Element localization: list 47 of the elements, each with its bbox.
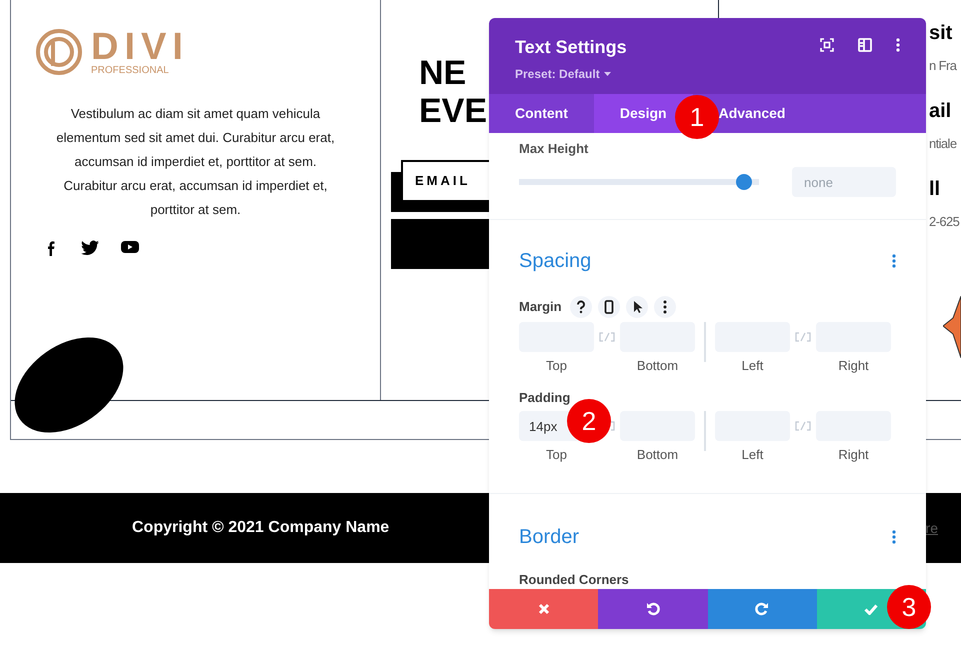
email-field[interactable]: EMAIL bbox=[401, 160, 491, 202]
newsletter-heading: EVE bbox=[419, 92, 488, 130]
slider-thumb[interactable] bbox=[736, 174, 752, 190]
undo-icon bbox=[646, 602, 660, 616]
tab[interactable]: Content bbox=[489, 94, 594, 133]
field-caption: Bottom bbox=[636, 357, 678, 375]
contact-heading: sit bbox=[929, 21, 954, 46]
max-height-field[interactable]: none bbox=[792, 167, 896, 197]
field-caption: Left bbox=[742, 446, 764, 464]
section-title: Border bbox=[519, 524, 580, 550]
preset-dropdown[interactable]: Preset: Default bbox=[515, 65, 627, 83]
contact-heading: ll bbox=[929, 177, 942, 202]
youtube-icon[interactable] bbox=[121, 240, 139, 254]
checkmark-icon bbox=[864, 604, 878, 614]
help-icon[interactable] bbox=[570, 296, 592, 318]
field-caption: Top bbox=[546, 357, 567, 375]
logo-tagline: PROFESSIONAL bbox=[91, 66, 170, 76]
contact-heading: ail bbox=[929, 99, 952, 124]
redo-icon bbox=[755, 602, 770, 616]
more-options-icon[interactable] bbox=[654, 296, 676, 318]
more-options-icon[interactable] bbox=[896, 38, 900, 52]
newsletter-heading: NE bbox=[419, 54, 466, 92]
copyright-text: Copyright © 2021 Company Name bbox=[132, 518, 390, 538]
sidebar-layout-icon[interactable] bbox=[858, 38, 872, 52]
caret-icon bbox=[604, 72, 611, 76]
field-caption: Top bbox=[546, 446, 567, 464]
contact-detail: 2-625 bbox=[929, 213, 960, 231]
field-label: Margin bbox=[519, 298, 562, 316]
modal-title: Text Settings bbox=[515, 36, 627, 59]
fullscreen-icon[interactable] bbox=[820, 38, 834, 52]
contact-detail: ntiale bbox=[929, 135, 958, 153]
field-caption: Right bbox=[838, 446, 869, 464]
phone-icon[interactable] bbox=[598, 296, 620, 318]
about-paragraph: Vestibulum ac diam sit amet quam vehicula elementum sed sit amet dui. Curabitur arcu erat, accumsan id imperdiet et, porttitor at sem. Curabitur arcu erat, accumsan id imperdiet et, porttitor at sem. bbox=[55, 105, 336, 219]
field-label: Max Height bbox=[519, 141, 588, 156]
field-caption: Right bbox=[838, 357, 869, 375]
twitter-icon[interactable] bbox=[81, 240, 99, 256]
field-caption: Bottom bbox=[636, 446, 678, 464]
section-title: Spacing bbox=[519, 249, 592, 274]
cursor-icon[interactable] bbox=[626, 296, 648, 318]
field-caption: Left bbox=[742, 357, 764, 375]
logo-wordmark: DIVI bbox=[91, 28, 189, 66]
logo-mark-icon bbox=[35, 28, 83, 76]
star-shape-icon bbox=[943, 296, 961, 358]
field-label: Rounded Corners bbox=[519, 570, 630, 588]
close-icon bbox=[538, 603, 550, 615]
contact-detail: n Fra bbox=[929, 57, 958, 75]
